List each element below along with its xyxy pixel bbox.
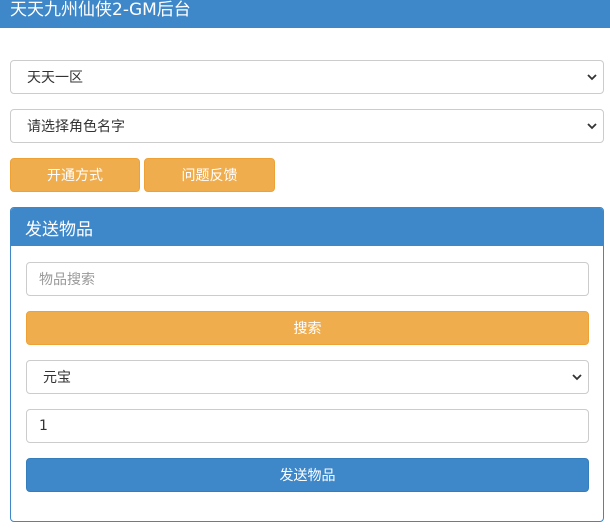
item-search-input[interactable]: 物品搜索 [26,262,589,296]
chevron-down-icon [587,74,597,81]
item-search-placeholder: 物品搜索 [39,272,95,288]
open-method-button[interactable]: 开通方式 [10,158,140,192]
panel-title: 发送物品 [25,219,93,240]
role-select-value: 请选择角色名字 [27,119,125,135]
server-select[interactable]: 天天一区 [10,60,604,94]
search-button[interactable]: 搜索 [26,311,589,345]
app-title: 天天九州仙侠2-GM后台 [10,0,191,20]
item-select-value: 元宝 [43,370,71,386]
quantity-value: 1 [39,418,48,434]
quantity-input[interactable]: 1 [26,409,589,443]
send-item-button-label: 发送物品 [279,468,336,484]
feedback-label: 问题反馈 [181,168,238,184]
app-header: 天天九州仙侠2-GM后台 [0,0,610,28]
open-method-label: 开通方式 [47,168,103,184]
server-select-value: 天天一区 [27,70,83,86]
panel-header: 发送物品 [11,208,603,246]
send-item-button[interactable]: 发送物品 [26,458,589,492]
role-select[interactable]: 请选择角色名字 [10,109,604,143]
item-select[interactable]: 元宝 [26,360,589,394]
search-button-label: 搜索 [293,321,322,337]
chevron-down-icon [587,123,597,130]
feedback-button[interactable]: 问题反馈 [144,158,275,192]
send-item-panel: 发送物品 物品搜索 搜索 元宝 1 发送物品 [10,207,604,522]
chevron-down-icon [572,374,582,381]
